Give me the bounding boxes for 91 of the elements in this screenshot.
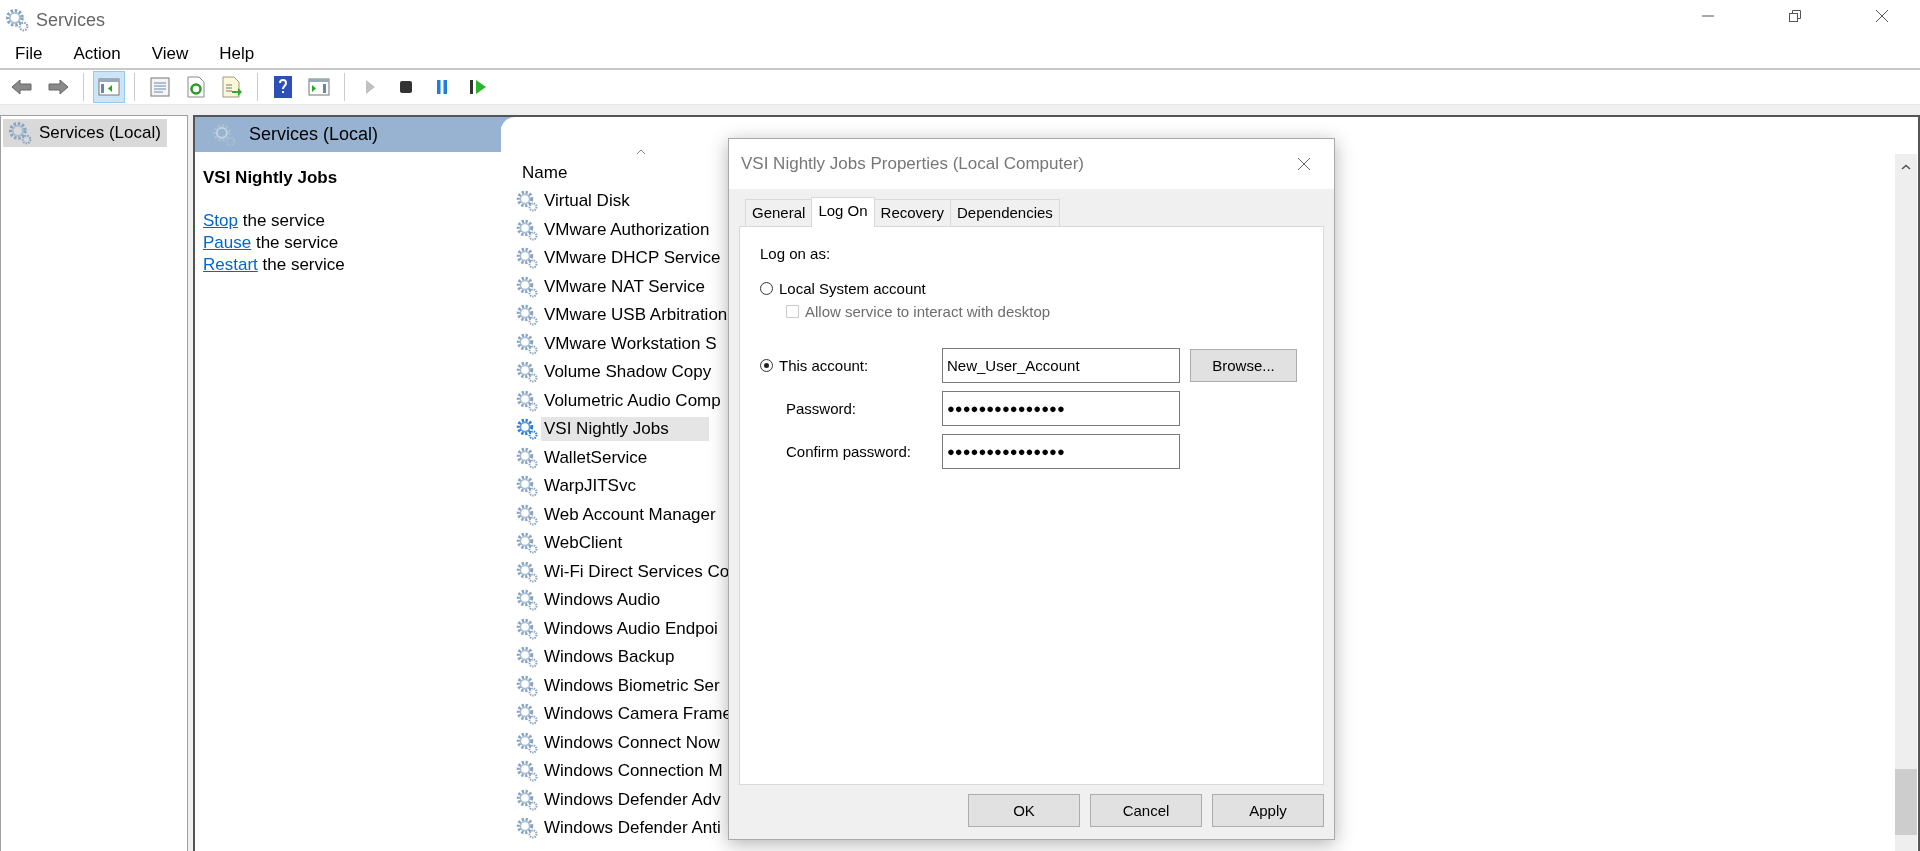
service-name[interactable]: VMware NAT Service [541,274,708,299]
restore-icon[interactable] [1787,8,1803,24]
service-name[interactable]: Windows Defender Anti [541,816,724,841]
gear-icon [515,759,539,784]
tree-label: Services (Local) [39,123,161,143]
service-name[interactable]: Wi-Fi Direct Services Co [541,559,733,584]
gear-icon [515,673,539,698]
service-name[interactable]: Volume Shadow Copy [541,360,715,385]
gear-icon [515,303,539,328]
gear-icon [515,274,539,299]
scroll-up-icon[interactable] [1901,164,1911,170]
tree-item[interactable]: Services (Local) [3,119,167,147]
radio-button[interactable] [760,282,773,295]
radio-label: This account: [779,357,869,374]
pane-title: Services (Local) [249,124,379,145]
gear-icon [515,445,539,470]
gear-icon [515,417,539,442]
service-action-link[interactable]: Stop [203,211,238,230]
account-field[interactable]: New_User_Account [942,348,1180,383]
gear-icon [515,474,539,499]
field-label: Confirm password: [785,443,913,460]
gear-icon [515,331,539,356]
radio-button[interactable] [760,359,773,372]
gear-icon [515,559,539,584]
gear-icon [515,702,539,727]
gear-icon [515,217,539,242]
gear-icon [515,189,539,214]
password-field[interactable]: ●●●●●●●●●●●●●●● [942,434,1180,469]
gear-icon [515,730,539,755]
radio-label: Local System account [779,280,926,297]
scroll-thumb[interactable] [1895,769,1917,835]
service-name[interactable]: Virtual Disk [541,189,633,214]
menu-item[interactable]: File [15,44,43,64]
gear-icon [515,502,539,527]
service-name[interactable]: VSI Nightly Jobs [541,417,709,442]
service-name[interactable]: Windows Audio [541,588,664,613]
gear-icon [515,588,539,613]
service-action-link[interactable]: Restart [203,255,258,274]
action-text: the service [254,233,339,252]
tab[interactable]: Log On [811,197,875,227]
service-name[interactable]: Windows Backup [541,645,678,670]
checkbox-label: Allow service to interact with desktop [805,303,1051,320]
service-action-link[interactable]: Pause [203,233,252,252]
service-name[interactable]: VMware Workstation S [541,331,720,356]
scrollbar[interactable] [1895,154,1917,851]
service-name[interactable]: Windows Audio Endpoi [541,616,721,641]
service-title: VSI Nightly Jobs [203,168,339,188]
tab[interactable]: General [745,199,813,226]
close-icon[interactable] [1296,156,1312,172]
gear-icon [4,7,30,33]
dialog-button[interactable]: Cancel [1090,794,1202,827]
menu-item[interactable]: View [151,44,189,64]
dialog-title: VSI Nightly Jobs Properties (Local Computer) [741,154,1085,174]
service-name[interactable]: VMware Authorization [541,217,713,242]
window-title: Services [36,9,106,31]
gear-icon [515,645,539,670]
console-tree-icon[interactable] [93,71,125,103]
gear-icon [515,388,539,413]
action-text: the service [241,211,325,230]
close-icon[interactable] [1874,8,1890,24]
service-name[interactable]: Windows Connect Now [541,730,723,755]
service-name[interactable]: WebClient [541,531,626,556]
service-name[interactable]: Volumetric Audio Comp [541,388,724,413]
gear-icon [515,531,539,556]
gear-icon [515,246,539,271]
service-name[interactable]: WalletService [541,445,651,470]
service-name[interactable]: Windows Biometric Ser [541,673,723,698]
service-name[interactable]: Windows Defender Adv [541,787,724,812]
password-field[interactable]: ●●●●●●●●●●●●●●● [942,391,1180,426]
gear-icon [7,120,33,146]
menu-item[interactable]: Help [219,44,255,64]
dialog-button[interactable]: OK [968,794,1080,827]
gear-icon [515,787,539,812]
gear-icon [211,121,237,148]
tab[interactable]: Dependencies [949,199,1060,226]
section-label: Log on as: [760,245,832,262]
field-label: Password: [785,400,858,417]
service-name[interactable]: VMware USB Arbitration [541,303,731,328]
service-name[interactable]: Windows Connection M [541,759,726,784]
action-text: the service [261,255,345,274]
browse-button[interactable]: Browse... [1190,349,1297,382]
gear-icon [515,616,539,641]
dialog-button[interactable]: Apply [1212,794,1324,827]
gear-icon [515,360,539,385]
gear-icon [515,816,539,841]
sort-caret-icon [636,149,646,155]
service-name[interactable]: Web Account Manager [541,502,719,527]
service-name[interactable]: WarpJITSvc [541,474,639,499]
service-name[interactable]: VMware DHCP Service [541,246,724,271]
column-header[interactable]: Name [521,163,568,183]
menu-item[interactable]: Action [73,44,121,64]
